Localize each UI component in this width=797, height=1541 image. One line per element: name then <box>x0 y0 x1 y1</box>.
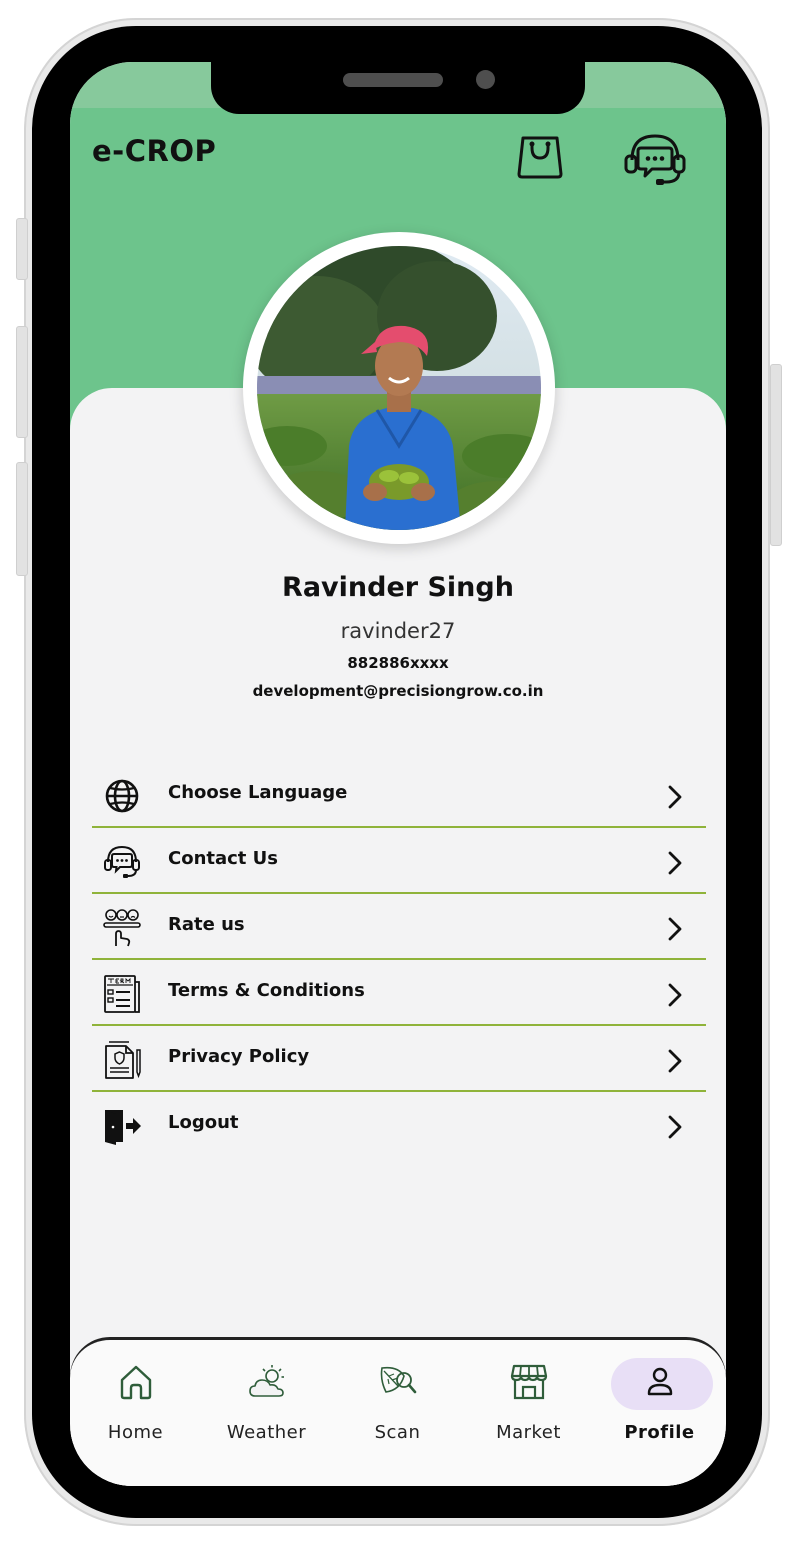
tab-scan[interactable]: Scan <box>332 1340 463 1486</box>
profile-phone: 882886xxxx <box>347 654 449 672</box>
app-screen: e-CROP Ravinder Singh ravinder27 882886x… <box>70 62 726 1486</box>
menu-item-rate-us[interactable]: Rate us <box>92 894 706 960</box>
tab-label: Profile <box>624 1422 695 1443</box>
volume-up-button <box>16 326 28 438</box>
chevron-right-icon <box>666 1114 684 1140</box>
menu-item-logout[interactable]: Logout <box>92 1092 706 1156</box>
volume-down-button <box>16 462 28 576</box>
rating-icon <box>102 908 142 948</box>
tab-label: Weather <box>226 1422 307 1443</box>
tab-home[interactable]: Home <box>70 1340 201 1486</box>
tab-weather[interactable]: Weather <box>201 1340 332 1486</box>
sun-cloud-icon <box>247 1362 287 1402</box>
tab-label: Home <box>107 1422 164 1443</box>
menu-item-choose-language[interactable]: Choose Language <box>92 762 706 828</box>
menu-item-contact-us[interactable]: Contact Us <box>92 828 706 894</box>
power-button <box>770 364 782 546</box>
shopping-bag-icon[interactable] <box>514 130 566 182</box>
speaker-grille <box>343 73 443 87</box>
privacy-document-icon <box>102 1040 142 1080</box>
profile-name: Ravinder Singh <box>282 572 514 603</box>
menu-label: Terms & Conditions <box>168 980 365 1001</box>
storefront-icon <box>509 1362 549 1402</box>
profile-username: ravinder27 <box>340 619 456 643</box>
tab-market[interactable]: Market <box>463 1340 594 1486</box>
mute-switch <box>16 218 28 280</box>
chevron-right-icon <box>666 850 684 876</box>
home-icon <box>116 1362 156 1402</box>
menu-label: Contact Us <box>168 848 279 869</box>
person-icon <box>640 1362 680 1402</box>
app-title: e-CROP <box>92 134 217 168</box>
menu-item-terms-conditions[interactable]: Terms & Conditions <box>92 960 706 1026</box>
tab-label: Scan <box>374 1422 421 1443</box>
globe-icon <box>102 776 142 816</box>
logout-icon <box>102 1106 142 1146</box>
tab-profile[interactable]: Profile <box>594 1340 725 1486</box>
terms-icon <box>102 974 142 1014</box>
headset-chat-icon[interactable] <box>622 128 688 190</box>
notch <box>211 62 585 114</box>
menu-item-privacy-policy[interactable]: Privacy Policy <box>92 1026 706 1092</box>
avatar[interactable] <box>257 246 541 530</box>
chevron-right-icon <box>666 784 684 810</box>
chevron-right-icon <box>666 916 684 942</box>
avatar-frame <box>243 232 555 544</box>
leaf-scan-icon <box>378 1362 418 1402</box>
bottom-tab-bar: Home Weather Scan Market Profile <box>70 1338 726 1486</box>
menu-label: Choose Language <box>168 782 348 803</box>
tab-label: Market <box>496 1422 561 1443</box>
profile-menu: Choose Language Contact Us Rate us Terms… <box>92 762 706 1156</box>
headset-icon <box>102 842 142 882</box>
menu-label: Logout <box>168 1112 239 1133</box>
chevron-right-icon <box>666 982 684 1008</box>
menu-label: Rate us <box>168 914 245 935</box>
front-camera <box>476 70 495 89</box>
chevron-right-icon <box>666 1048 684 1074</box>
menu-label: Privacy Policy <box>168 1046 310 1067</box>
profile-email: development@precisiongrow.co.in <box>252 682 544 700</box>
